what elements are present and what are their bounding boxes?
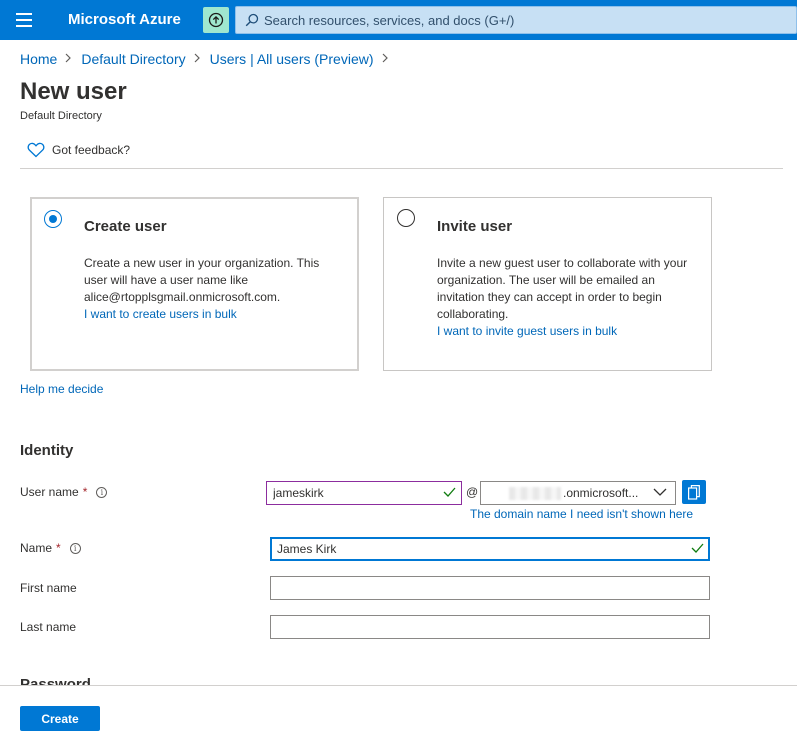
breadcrumb-users[interactable]: Users | All users (Preview) (210, 51, 374, 67)
check-icon (691, 543, 704, 553)
global-search[interactable] (235, 6, 797, 34)
copy-icon (688, 484, 700, 500)
name-label-row: Name * i (20, 541, 81, 555)
chevron-right-icon (65, 52, 72, 66)
required-mark: * (82, 485, 88, 499)
chevron-down-icon (653, 488, 667, 496)
hamburger-icon[interactable] (16, 13, 32, 27)
create-user-description: Create a new user in your organization. … (84, 256, 320, 304)
domain-dropdown[interactable]: .onmicrosoft... (480, 481, 676, 505)
check-icon (443, 487, 456, 497)
invite-user-description: Invite a new guest user to collaborate w… (437, 256, 688, 321)
redacted-domain (509, 487, 561, 500)
breadcrumb-default-directory[interactable]: Default Directory (81, 51, 185, 67)
top-bar: Microsoft Azure (0, 0, 797, 40)
create-button[interactable]: Create (20, 706, 100, 731)
last-name-input[interactable] (270, 615, 710, 639)
create-user-option[interactable]: Create user Create a new user in your or… (30, 197, 359, 371)
username-input[interactable] (266, 481, 462, 505)
required-mark: * (56, 541, 61, 555)
first-name-label: First name (20, 581, 77, 595)
page-title: New user (20, 78, 127, 105)
help-me-decide-link[interactable]: Help me decide (20, 382, 103, 396)
last-name-label-row: Last name (20, 620, 76, 634)
username-label: User name (20, 485, 79, 499)
domain-value: .onmicrosoft... (563, 486, 639, 500)
search-icon (245, 13, 259, 27)
feedback-button[interactable]: Got feedback? (27, 142, 130, 158)
at-sign: @ (466, 485, 479, 499)
invite-user-option[interactable]: Invite user Invite a new guest user to c… (383, 197, 712, 371)
brand-title[interactable]: Microsoft Azure (68, 11, 181, 28)
chevron-right-icon (382, 52, 389, 66)
create-users-bulk-link[interactable]: I want to create users in bulk (84, 307, 237, 321)
name-input[interactable] (270, 537, 710, 561)
domain-not-shown-link[interactable]: The domain name I need isn't shown here (470, 507, 693, 521)
footer: Create (0, 685, 797, 751)
first-name-input[interactable] (270, 576, 710, 600)
breadcrumb-home[interactable]: Home (20, 51, 57, 67)
copy-button[interactable] (682, 480, 706, 504)
breadcrumb: Home Default Directory Users | All users… (20, 51, 398, 67)
last-name-label: Last name (20, 620, 77, 634)
invite-user-radio[interactable] (397, 209, 415, 227)
page-subtitle: Default Directory (20, 110, 102, 122)
chevron-right-icon (194, 52, 201, 66)
name-label: Name (20, 541, 53, 555)
feedback-label: Got feedback? (52, 143, 131, 157)
identity-section-title: Identity (20, 442, 74, 459)
password-section-title: Password (20, 676, 91, 685)
create-user-radio[interactable] (44, 210, 62, 228)
heart-icon (27, 142, 45, 158)
invite-users-bulk-link[interactable]: I want to invite guest users in bulk (437, 324, 617, 338)
first-name-label-row: First name (20, 581, 77, 595)
info-icon[interactable]: i (96, 486, 108, 498)
divider (20, 168, 783, 169)
upload-icon[interactable] (203, 7, 229, 33)
username-label-row: User name * i (20, 485, 108, 499)
create-user-title: Create user (84, 218, 167, 235)
info-icon[interactable]: i (69, 542, 81, 554)
invite-user-title: Invite user (437, 218, 513, 235)
search-input[interactable] (264, 7, 784, 33)
